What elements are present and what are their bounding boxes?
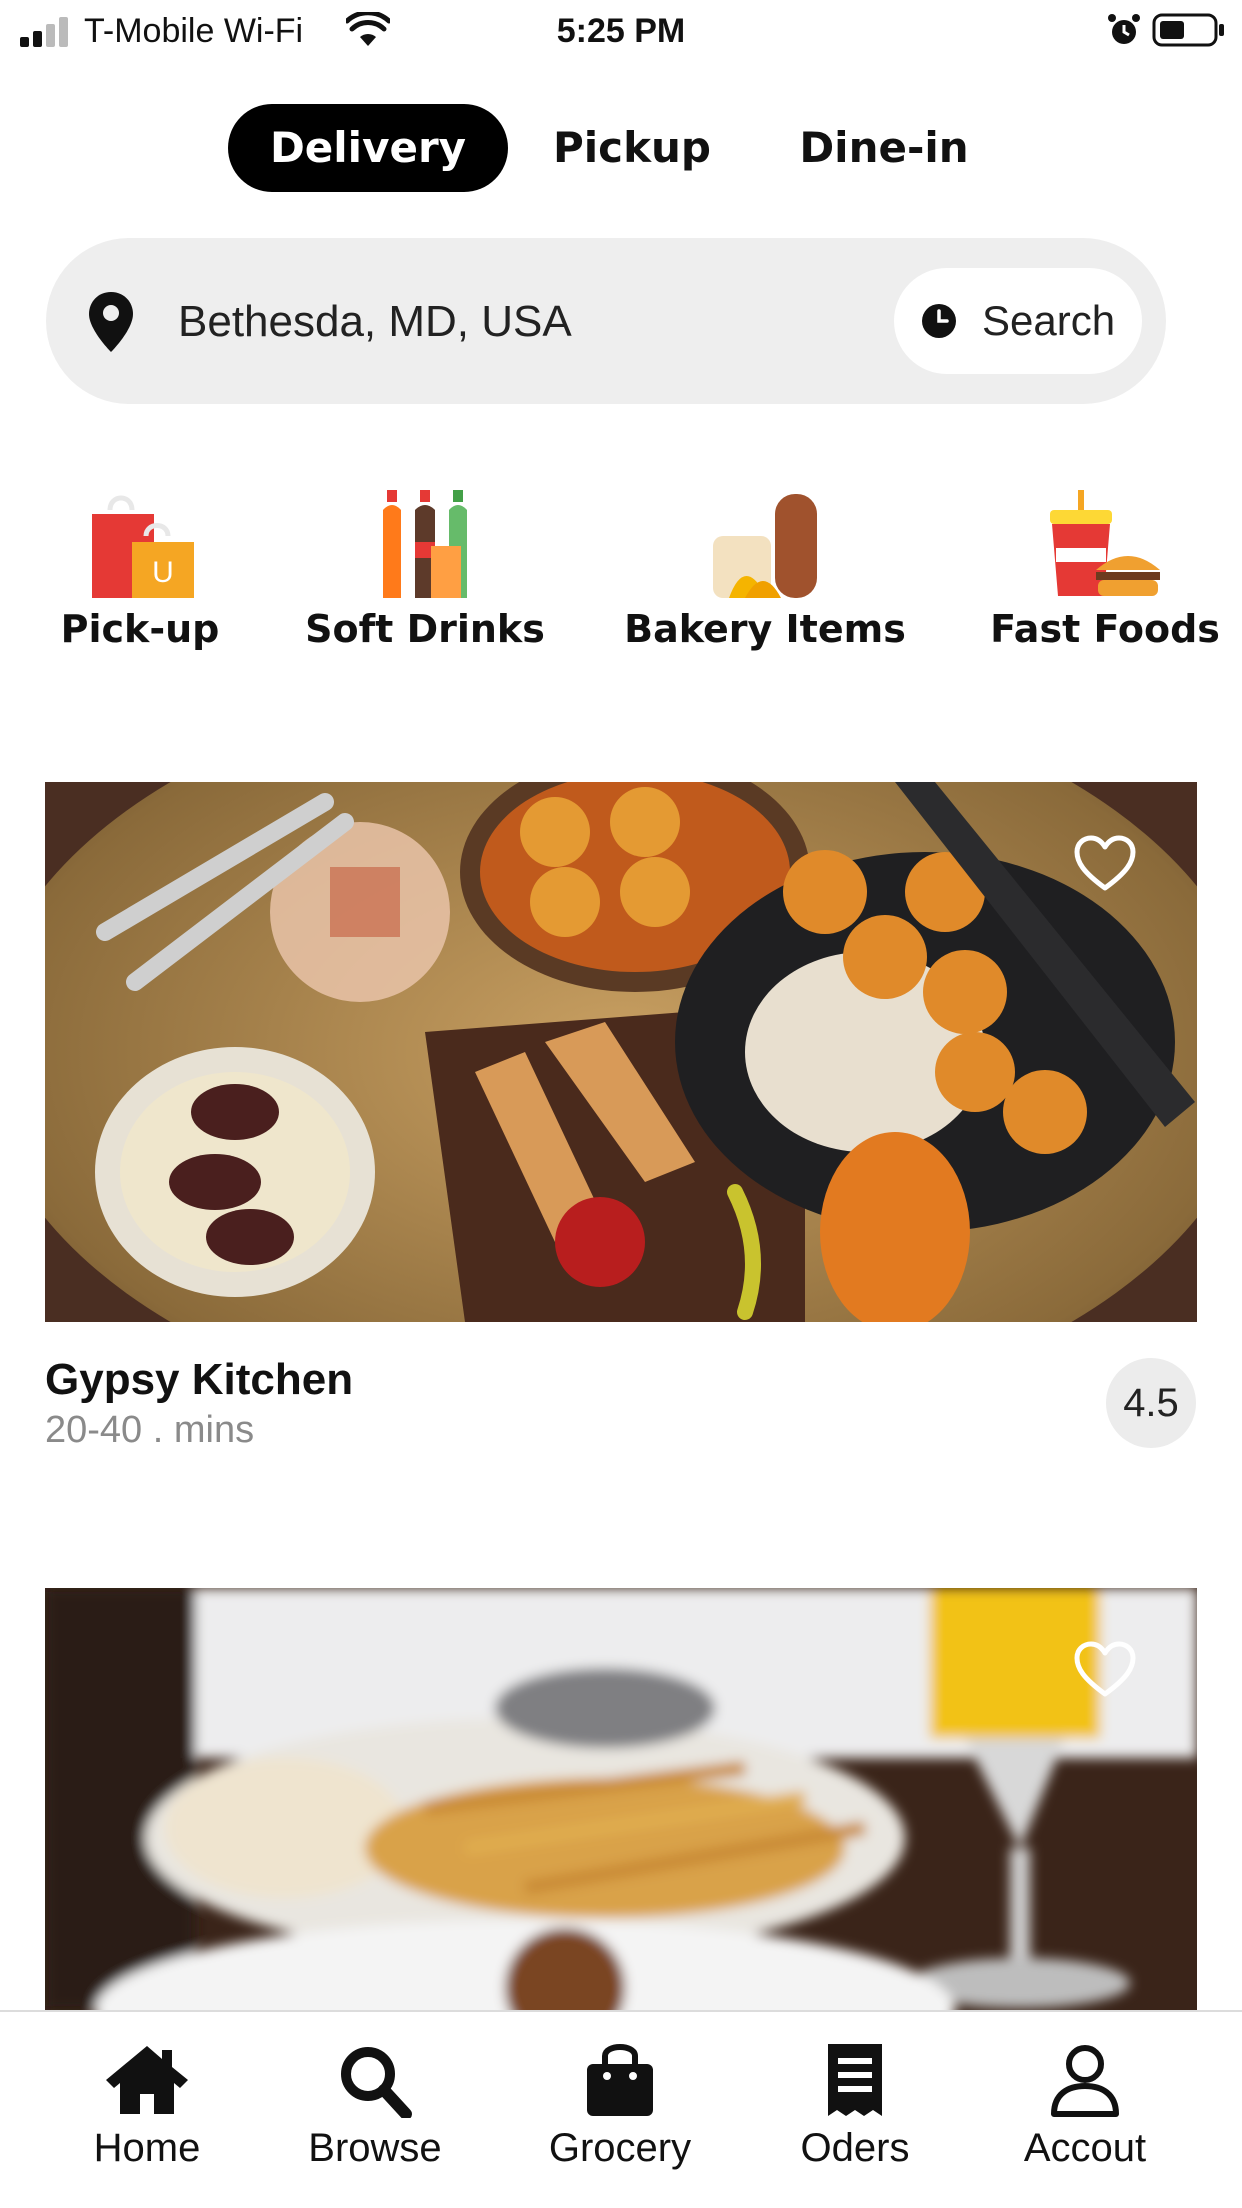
restaurant-image[interactable] — [45, 782, 1197, 1322]
rating-badge: 4.5 — [1106, 1358, 1196, 1448]
category-soft-drinks[interactable]: Soft Drinks — [300, 490, 550, 670]
nav-browse[interactable]: Browse — [290, 2042, 460, 2202]
tab-pickup[interactable]: Pickup — [532, 104, 732, 192]
nav-label: Home — [93, 2126, 201, 2170]
search-button-label: Search — [982, 297, 1116, 344]
favorite-heart-icon[interactable] — [1073, 1640, 1137, 1700]
nav-label: Grocery — [548, 2126, 692, 2170]
nav-label: Accout — [1023, 2126, 1147, 2170]
food-plate-image — [45, 1588, 1197, 2010]
bottom-navigation: Home Browse Grocery Oders Accout — [0, 2010, 1242, 2208]
location-text[interactable]: Bethesda, MD, USA — [178, 296, 572, 348]
category-label: Fast Foods — [990, 607, 1220, 651]
burger-drink-icon — [1050, 490, 1160, 596]
nav-label: Oders — [800, 2126, 910, 2170]
bread-icon — [713, 494, 817, 598]
nav-orders[interactable]: Oders — [780, 2042, 930, 2202]
search-button[interactable]: Search — [894, 268, 1142, 374]
category-row: U Pick-up Soft Drinks Bakery Items Fast … — [0, 490, 1242, 670]
status-time: 5:25 PM — [556, 12, 686, 50]
clock-icon — [922, 304, 956, 338]
nav-label: Browse — [308, 2126, 442, 2170]
alarm-icon — [1108, 14, 1140, 44]
tab-dine-in[interactable]: Dine-in — [784, 104, 984, 192]
restaurant-name[interactable]: Gypsy Kitchen — [45, 1354, 353, 1406]
receipt-icon — [828, 2044, 882, 2116]
battery-icon — [1152, 13, 1224, 47]
tab-delivery[interactable]: Delivery — [228, 104, 508, 192]
shopping-bag-icon — [587, 2044, 653, 2116]
search-icon — [341, 2047, 412, 2118]
category-label: Pick-up — [60, 607, 220, 651]
nav-grocery[interactable]: Grocery — [530, 2042, 710, 2202]
category-bakery-items[interactable]: Bakery Items — [620, 490, 910, 670]
svg-text:U: U — [152, 556, 174, 589]
category-fast-foods[interactable]: Fast Foods — [990, 490, 1220, 670]
map-pin-icon — [89, 292, 133, 352]
category-pick-up[interactable]: U Pick-up — [40, 490, 240, 670]
app-screen: T-Mobile Wi-Fi 5:25 PM Delivery Pickup D… — [0, 0, 1242, 2208]
soda-bottles-icon — [383, 490, 467, 598]
order-mode-tabs: Delivery Pickup Dine-in — [0, 104, 1242, 192]
location-search-bar[interactable]: Bethesda, MD, USA Search — [46, 238, 1166, 404]
category-label: Soft Drinks — [305, 607, 545, 651]
nav-account[interactable]: Accout — [1000, 2042, 1170, 2202]
delivery-time: 20-40 . mins — [45, 1409, 255, 1451]
shopping-bags-icon: U — [92, 495, 194, 598]
status-bar: T-Mobile Wi-Fi 5:25 PM — [0, 0, 1242, 62]
favorite-heart-icon[interactable] — [1073, 834, 1137, 894]
home-icon — [106, 2046, 188, 2114]
food-platter-image — [45, 782, 1197, 1322]
category-label: Bakery Items — [624, 607, 906, 651]
restaurant-image[interactable] — [45, 1588, 1197, 2010]
user-icon — [1051, 2045, 1119, 2117]
nav-home[interactable]: Home — [72, 2042, 222, 2202]
